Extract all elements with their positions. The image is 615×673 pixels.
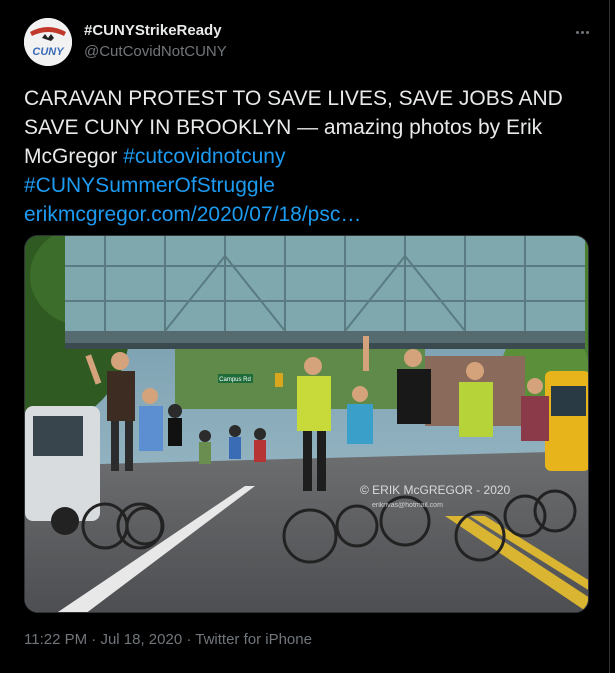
meta-separator: · [182,631,196,648]
tweet-card: CUNY #CUNYStrikeReady @CutCovidNotCUNY C… [0,0,610,673]
more-horizontal-icon[interactable] [570,22,594,42]
tweet-link[interactable]: erikmcgregor.com/2020/07/18/psc… [24,203,361,226]
hashtag-cutcovidnotcuny[interactable]: #cutcovidnotcuny [123,145,285,168]
avatar[interactable]: CUNY [24,18,72,66]
meta-separator: · [87,631,101,648]
photo-watermark-email: erikrivas@hotmail.com [372,502,443,509]
author-display-name[interactable]: #CUNYStrikeReady [84,22,222,39]
hashtag-cunysummerofstruggle[interactable]: #CUNYSummerOfStruggle [24,174,275,197]
tweet-photo[interactable]: Campus Rd © ERIK McGREGOR - 2020 erikriv… [24,235,589,613]
tweet-body: CARAVAN PROTEST TO SAVE LIVES, SAVE JOBS… [24,87,563,168]
street-sign: Campus Rd [219,377,251,383]
tweet-date[interactable]: Jul 18, 2020 [100,631,182,648]
author-handle[interactable]: @CutCovidNotCUNY [84,43,227,60]
avatar-text: CUNY [32,46,65,58]
tweet-meta: 11:22 PM · Jul 18, 2020 · Twitter for iP… [24,631,312,648]
tweet-text: CARAVAN PROTEST TO SAVE LIVES, SAVE JOBS… [24,84,592,229]
photo-watermark: © ERIK McGREGOR - 2020 [360,483,511,497]
tweet-time[interactable]: 11:22 PM [24,631,87,648]
tweet-source[interactable]: Twitter for iPhone [195,631,312,648]
